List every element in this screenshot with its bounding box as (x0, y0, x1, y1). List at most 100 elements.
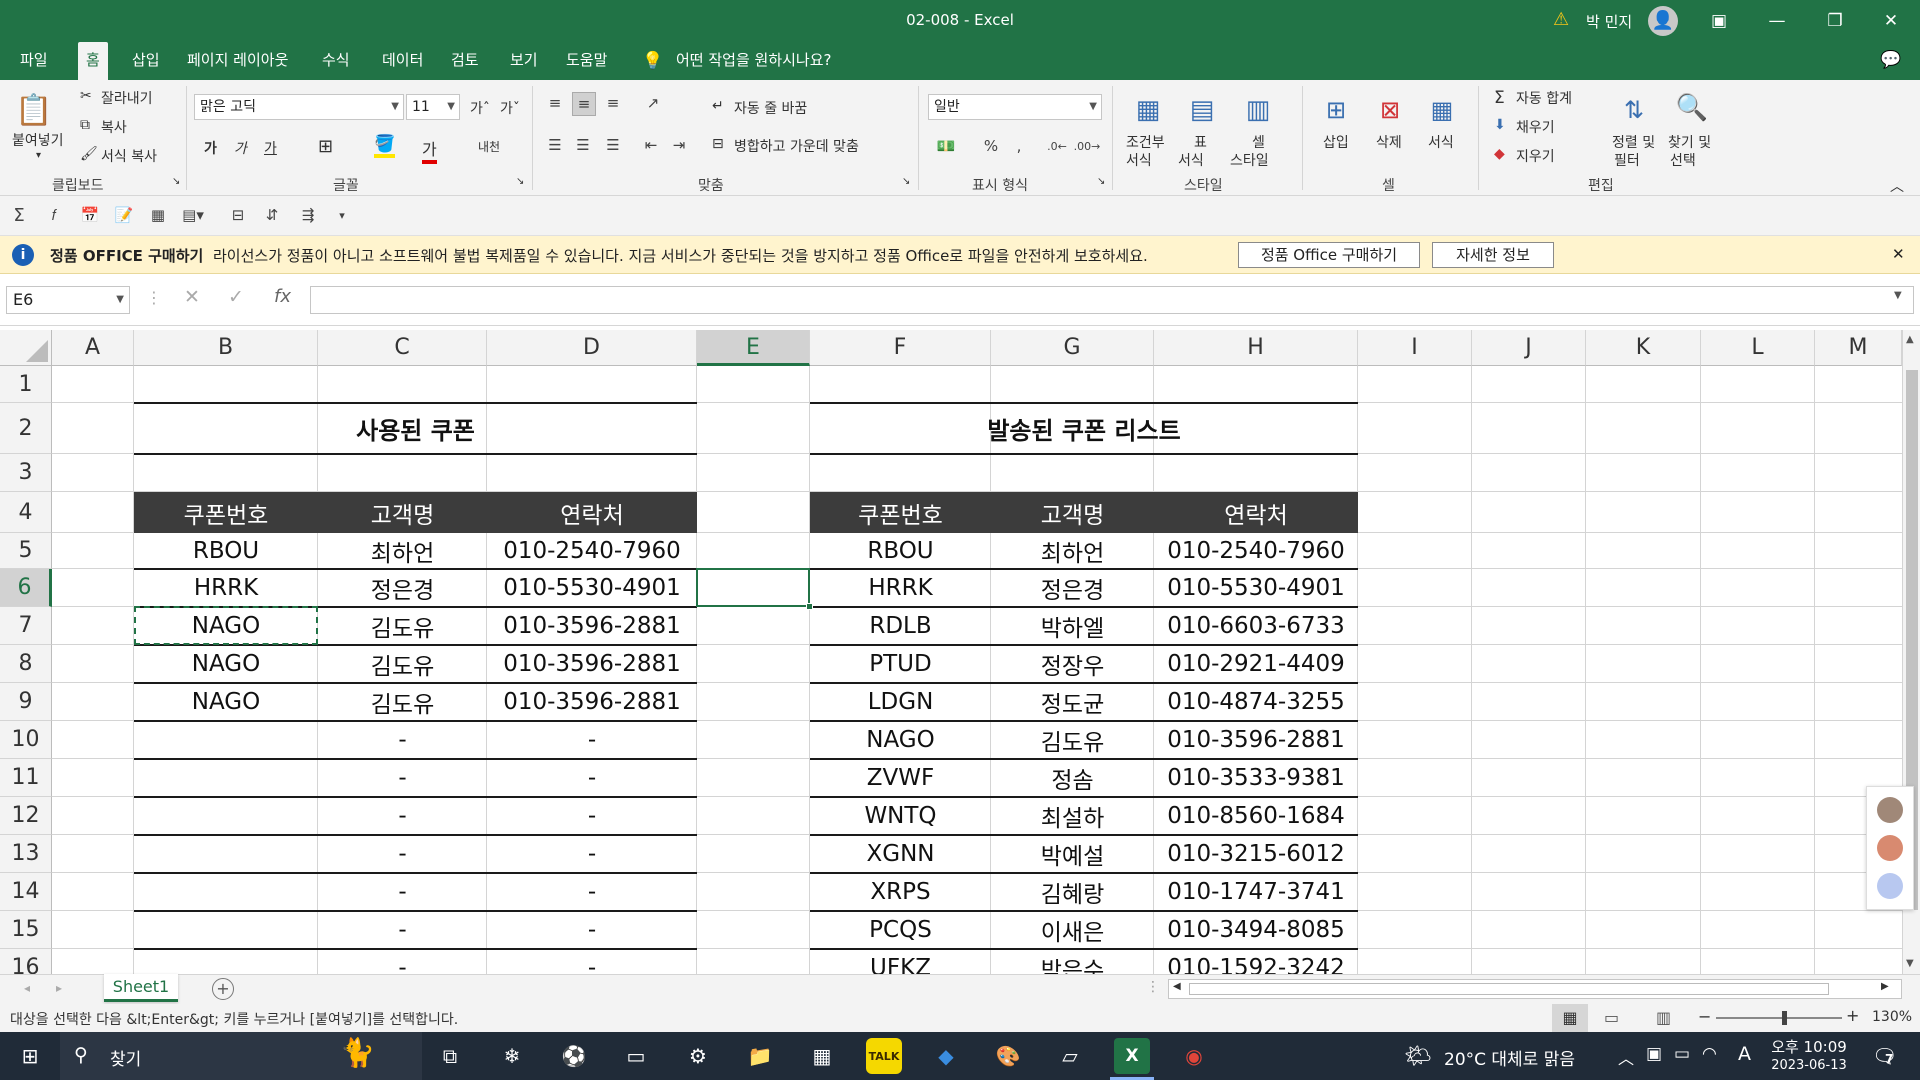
windows-start-icon[interactable]: ⊞ (12, 1038, 48, 1074)
paste-dropdown-icon[interactable]: ▾ (36, 150, 41, 161)
soccer-app-icon[interactable]: ⚽ (556, 1038, 592, 1074)
used-coupon-table-cell[interactable]: - (487, 911, 697, 949)
conditional-formatting-icon[interactable]: ▦ (1128, 90, 1168, 130)
sent-coupon-list-cell[interactable]: 김도유 (991, 721, 1154, 759)
conditional-formatting-label[interactable]: 조건부 (1126, 132, 1165, 152)
calculator-icon[interactable]: ▦ (804, 1038, 840, 1074)
used-coupon-table-cell[interactable]: - (318, 797, 487, 835)
used-coupon-table-cell[interactable]: - (318, 835, 487, 873)
column-header-h[interactable]: H (1154, 330, 1358, 366)
sent-coupon-list-cell[interactable]: RBOU (810, 533, 991, 569)
bold-icon[interactable]: 가 (204, 138, 217, 158)
font-launcher-icon[interactable]: ↘ (516, 176, 524, 187)
used-coupon-table-cell[interactable]: RBOU (134, 533, 318, 569)
sent-coupon-list-cell[interactable]: NAGO (810, 721, 991, 759)
increase-decimal-icon[interactable]: .0← (1044, 134, 1070, 158)
format-painter-button[interactable]: 서식 복사 (101, 146, 157, 166)
format-as-table-icon[interactable]: ▤ (1182, 90, 1222, 130)
zoom-slider[interactable] (1716, 1017, 1842, 1019)
ime-indicator[interactable]: A (1738, 1043, 1751, 1065)
cell-styles-label[interactable]: 셀 (1252, 132, 1265, 152)
used-coupon-table-cell[interactable]: - (487, 721, 697, 759)
tab-home[interactable]: 홈 (78, 42, 108, 80)
sent-coupon-list-cell[interactable]: 박하엘 (991, 607, 1154, 645)
column-header-k[interactable]: K (1586, 330, 1701, 366)
font-color-icon[interactable]: 가 (422, 136, 437, 164)
sent-coupon-list-cell[interactable]: 010-3596-2881 (1154, 721, 1358, 759)
column-header-b[interactable]: B (134, 330, 318, 366)
confirm-entry-icon[interactable]: ✓ (228, 286, 244, 308)
borders-icon[interactable]: ⊞ (318, 136, 333, 157)
formula-input[interactable] (310, 286, 1914, 314)
tab-view[interactable]: 보기 (502, 42, 546, 80)
column-header-c[interactable]: C (318, 330, 487, 366)
fill-button[interactable]: 채우기 (1516, 117, 1555, 137)
sent-coupon-list-cell[interactable]: 정솜 (991, 759, 1154, 797)
customize-qat-icon[interactable]: ▾ (334, 204, 350, 226)
format-as-table-label[interactable]: 표 (1194, 132, 1207, 152)
comments-icon[interactable]: 💬 (1880, 50, 1901, 70)
sent-coupon-list-header-cell[interactable]: 연락처 (1154, 492, 1358, 533)
used-coupon-table-header-cell[interactable]: 연락처 (487, 492, 697, 533)
buy-office-button[interactable]: 정품 Office 구매하기 (1238, 242, 1420, 268)
used-coupon-table-cell[interactable] (134, 759, 318, 797)
sent-coupon-list-cell[interactable]: XGNN (810, 835, 991, 873)
sheet-tab-sheet1[interactable]: Sheet1 (104, 974, 178, 1002)
find-select-label[interactable]: 찾기 및 (1668, 132, 1711, 152)
sent-coupon-list-cell[interactable]: 010-2921-4409 (1154, 645, 1358, 683)
find-select-label2[interactable]: 선택 (1670, 150, 1696, 170)
insert-function-button[interactable]: fx (274, 286, 291, 307)
task-view-icon[interactable]: ⧉ (432, 1038, 468, 1074)
edit-icon[interactable]: 📝 (112, 204, 136, 226)
scroll-left-icon[interactable]: ◀ (1173, 981, 1181, 992)
fill-handle[interactable] (806, 603, 813, 610)
merge-center-button[interactable]: 병합하고 가운데 맞춤 (734, 136, 859, 156)
used-coupon-table-cell[interactable]: 010-3596-2881 (487, 607, 697, 645)
sort-filter-label[interactable]: 정렬 및 (1612, 132, 1655, 152)
zoom-slider-thumb[interactable] (1782, 1011, 1787, 1025)
comma-style-icon[interactable]: , (1008, 134, 1030, 158)
delete-cells-button[interactable]: 삭제 (1376, 132, 1402, 152)
scroll-up-icon[interactable]: ▲ (1906, 334, 1914, 345)
clear-button[interactable]: 지우기 (1516, 146, 1555, 166)
taskbar-search-box[interactable]: ⚲ 찾기 🐈 (60, 1032, 422, 1080)
tab-review[interactable]: 검토 (443, 42, 487, 80)
number-launcher-icon[interactable]: ↘ (1097, 176, 1105, 187)
horizontal-scrollbar[interactable]: ◀ ▶ (1168, 979, 1902, 999)
column-header-l[interactable]: L (1701, 330, 1815, 366)
row-header-15[interactable]: 15 (0, 911, 52, 949)
tab-formulas[interactable]: 수식 (314, 42, 358, 80)
wrap-text-button[interactable]: 자동 줄 바꿈 (734, 98, 807, 118)
avatar[interactable] (1877, 835, 1903, 861)
prev-sheet-icon[interactable]: ◂ (24, 981, 30, 995)
sent-coupon-list-cell[interactable]: 010-1747-3741 (1154, 873, 1358, 911)
used-coupon-table-cell[interactable]: 010-2540-7960 (487, 533, 697, 569)
used-coupon-table-cell[interactable]: - (487, 759, 697, 797)
sort-filter-icon[interactable]: ⇅ (1614, 92, 1654, 128)
used-coupon-table-cell[interactable] (134, 835, 318, 873)
used-coupon-table-title[interactable]: 사용된 쿠폰 (134, 403, 697, 454)
row-header-16[interactable]: 16 (0, 949, 52, 974)
row-header-2[interactable]: 2 (0, 403, 52, 454)
used-coupon-table-cell[interactable]: 정은경 (318, 569, 487, 607)
tab-file[interactable]: 파일 (12, 42, 56, 80)
avatar[interactable] (1877, 873, 1903, 899)
excel-taskbar-icon[interactable]: X (1114, 1038, 1150, 1074)
used-coupon-table-cell[interactable] (134, 797, 318, 835)
used-coupon-table-cell[interactable]: HRRK (134, 569, 318, 607)
cell-styles-label2[interactable]: 스타일 (1230, 150, 1269, 170)
sent-coupon-list-cell[interactable]: 정장우 (991, 645, 1154, 683)
used-coupon-table-cell[interactable] (134, 873, 318, 911)
sent-coupon-list-cell[interactable]: LDGN (810, 683, 991, 721)
insert-cells-button[interactable]: 삽입 (1323, 132, 1349, 152)
align-left-icon[interactable]: ☰ (544, 134, 566, 156)
conditional-formatting-label2[interactable]: 서식 (1126, 150, 1152, 170)
column-header-i[interactable]: I (1358, 330, 1472, 366)
used-coupon-table-cell[interactable]: - (487, 949, 697, 974)
row-header-7[interactable]: 7 (0, 607, 52, 645)
copy-button[interactable]: 복사 (101, 117, 127, 137)
used-coupon-table-cell[interactable]: 김도유 (318, 607, 487, 645)
italic-icon[interactable]: 가 (234, 138, 247, 158)
sent-coupon-list-cell[interactable]: 010-6603-6733 (1154, 607, 1358, 645)
sent-coupon-list-cell[interactable]: PCQS (810, 911, 991, 949)
